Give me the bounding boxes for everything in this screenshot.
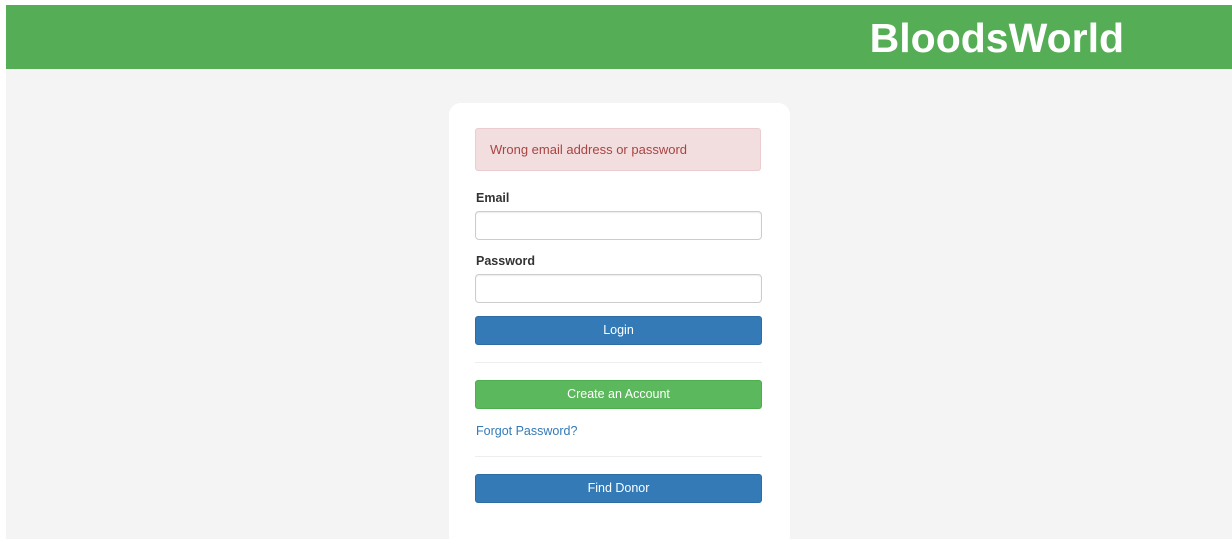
error-alert: Wrong email address or password [475,128,761,171]
find-donor-button[interactable]: Find Donor [475,474,762,503]
create-account-button[interactable]: Create an Account [475,380,762,409]
divider [475,362,762,363]
password-label: Password [476,254,536,268]
login-card: Wrong email address or password Email Pa… [449,103,790,548]
email-label: Email [476,191,510,205]
login-button[interactable]: Login [475,316,762,345]
brand-title: BloodsWorld [869,15,1124,61]
divider [475,456,762,457]
password-field[interactable] [475,274,762,303]
forgot-password-link[interactable]: Forgot Password? [476,424,577,438]
top-header-bar: BloodsWorld [6,5,1232,69]
email-field[interactable] [475,211,762,240]
page-background: BloodsWorld Wrong email address or passw… [6,5,1232,548]
